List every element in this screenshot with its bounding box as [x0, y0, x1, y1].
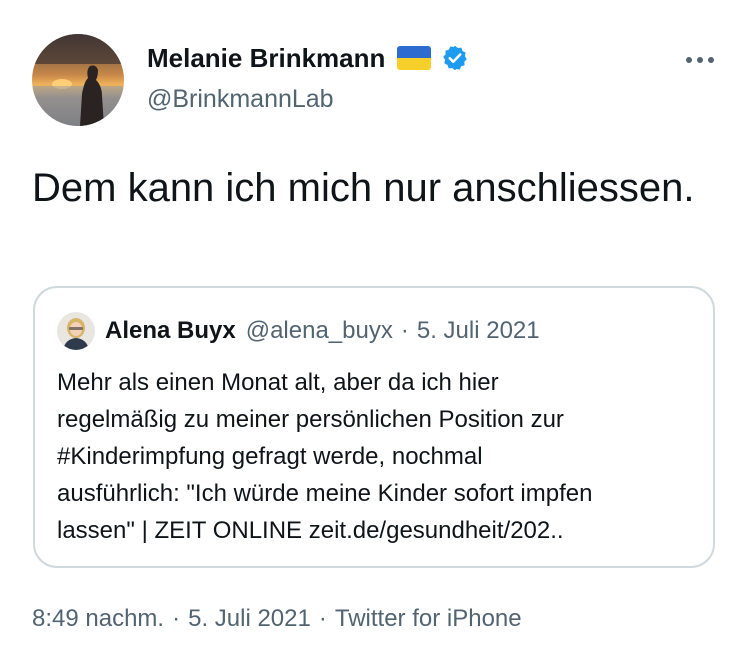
tweet-meta: 8:49 nachm. · 5. Juli 2021 · Twitter for iPh…	[32, 604, 522, 634]
author-avatar[interactable]	[32, 34, 124, 126]
more-options-icon[interactable]	[678, 50, 722, 70]
quoted-date[interactable]: 5. Juli 2021	[417, 317, 540, 345]
quoted-author-avatar[interactable]	[57, 312, 95, 350]
more-dot	[697, 57, 703, 63]
quoted-tweet-card[interactable]: Alena Buyx @alena_buyx · 5. Juli 2021 Me…	[33, 286, 715, 568]
quoted-author-name[interactable]: Alena Buyx	[105, 317, 236, 345]
author-name[interactable]: Melanie Brinkmann	[147, 42, 385, 74]
quoted-text-line-hashtag: #Kinderimpfung gefragt werde, nochmal	[57, 443, 483, 470]
ukraine-flag-icon	[397, 46, 432, 70]
tweet-source[interactable]: Twitter for iPhone	[335, 605, 522, 632]
quoted-text-line: Mehr als einen Monat alt, aber da ich hi…	[57, 369, 499, 396]
tweet-text: Dem kann ich mich nur anschliessen.	[32, 166, 695, 210]
quoted-tweet-text: Mehr als einen Monat alt, aber da ich hi…	[57, 364, 697, 549]
quoted-text-line-link: lassen" | ZEIT ONLINE zeit.de/gesundheit…	[57, 517, 564, 544]
quoted-separator: ·	[400, 317, 409, 344]
quoted-author-handle[interactable]: @alena_buyx	[246, 317, 393, 345]
verified-badge-icon	[443, 45, 468, 71]
more-dot	[686, 57, 692, 63]
quoted-text-line: ausführlich: "Ich würde meine Kinder sof…	[57, 480, 593, 507]
flag-bottom-stripe	[397, 58, 432, 70]
quoted-tweet-header: Alena Buyx @alena_buyx · 5. Juli 2021	[57, 312, 540, 350]
tweet-time[interactable]: 8:49 nachm.	[32, 605, 164, 632]
sunset-person-photo-icon	[32, 34, 124, 126]
meta-separator: ·	[172, 605, 181, 632]
flag-top-stripe	[397, 46, 432, 58]
author-handle[interactable]: @BrinkmannLab	[147, 84, 334, 114]
author-name-row: Melanie Brinkmann	[147, 42, 469, 74]
tweet-date[interactable]: 5. Juli 2021	[188, 605, 311, 632]
meta-separator: ·	[318, 605, 327, 632]
more-dot	[708, 57, 714, 63]
quoted-text-line: regelmäßig zu meiner persönlichen Positi…	[57, 406, 564, 433]
quoted-avatar-photo-icon	[57, 312, 95, 350]
tweet-container: Melanie Brinkmann @BrinkmannLab Dem kann…	[0, 0, 750, 654]
